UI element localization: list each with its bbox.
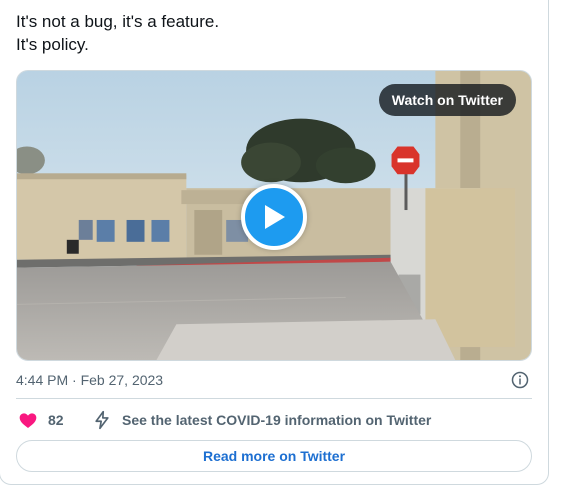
read-more-button[interactable]: Read more on Twitter (16, 440, 532, 472)
covid-info-link[interactable]: See the latest COVID-19 information on T… (92, 409, 431, 431)
watch-on-twitter-button[interactable]: Watch on Twitter (378, 84, 516, 116)
tweet-actions: 82 See the latest COVID-19 information o… (16, 409, 532, 431)
play-icon (265, 205, 285, 229)
like-count: 82 (48, 412, 64, 428)
tweet-text-line: It's not a bug, it's a feature. (16, 12, 220, 31)
play-button[interactable] (241, 184, 307, 250)
heart-icon (19, 413, 37, 428)
divider (16, 398, 532, 399)
covid-info-label: See the latest COVID-19 information on T… (122, 412, 432, 428)
tweet-meta: 4:44 PM · Feb 27, 2023 (16, 370, 532, 390)
tweet-text: It's not a bug, it's a feature. It's pol… (16, 10, 219, 56)
timestamp-link[interactable]: 4:44 PM · Feb 27, 2023 (16, 372, 163, 388)
info-icon[interactable] (511, 371, 529, 389)
like-button[interactable]: 82 (16, 409, 64, 431)
video-thumbnail[interactable]: Watch on Twitter (16, 70, 532, 361)
bolt-icon (95, 410, 109, 430)
tweet-text-line: It's policy. (16, 35, 89, 54)
